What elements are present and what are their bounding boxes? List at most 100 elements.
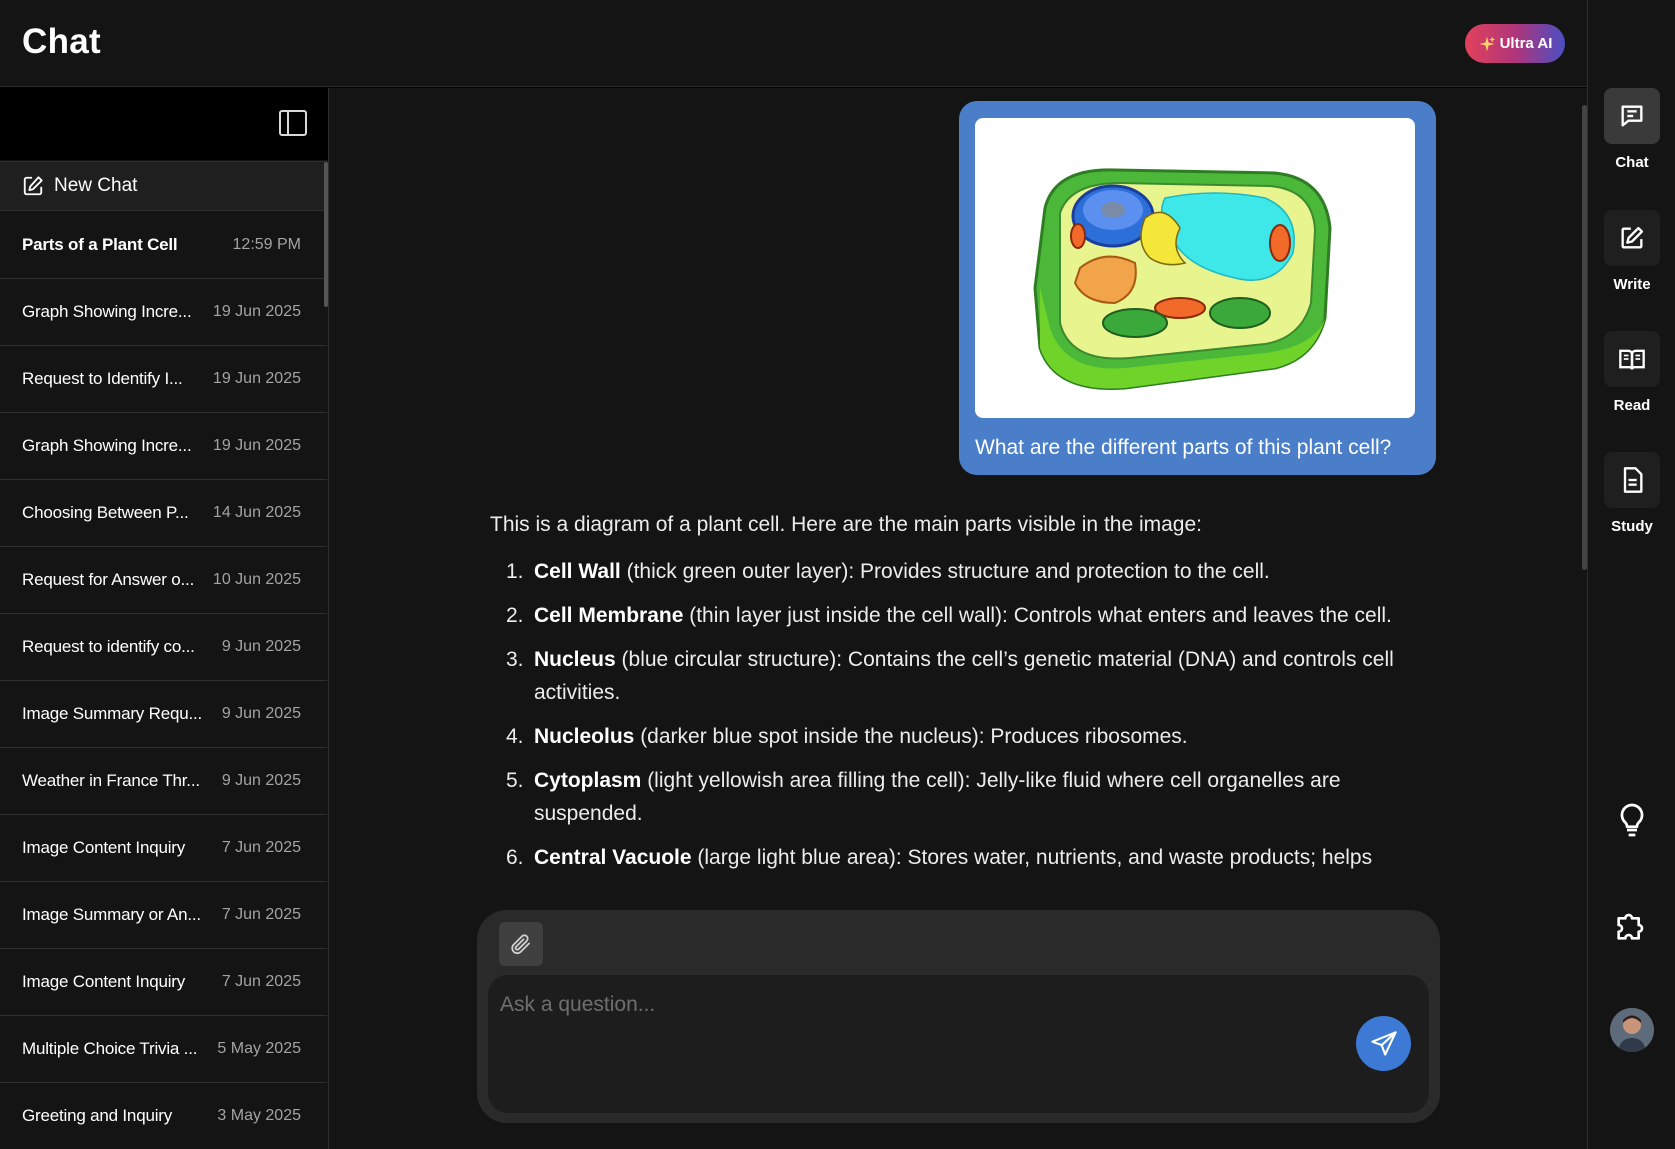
chat-history-item[interactable]: Image Content Inquiry 7 Jun 2025 <box>0 949 327 1016</box>
chat-history-item[interactable]: Choosing Between P... 14 Jun 2025 <box>0 480 327 547</box>
answer-list-item: 5. Cytoplasm (light yellowish area fillin… <box>490 764 1420 830</box>
book-icon <box>1619 349 1645 370</box>
answer-list: 1. Cell Wall (thick green outer layer): P… <box>490 555 1420 874</box>
chat-history-item[interactable]: Parts of a Plant Cell 12:59 PM <box>0 212 327 279</box>
page-title: Chat <box>22 22 101 61</box>
chat-icon <box>1621 105 1643 127</box>
chat-date: 10 Jun 2025 <box>212 571 301 588</box>
rail-read-button[interactable] <box>1604 331 1660 387</box>
answer-item-number: 4. <box>506 725 524 748</box>
right-rail: Chat Write Read Study <box>1587 0 1675 1149</box>
lightbulb-icon <box>1620 803 1644 837</box>
chat-history-item[interactable]: Greeting and Inquiry 3 May 2025 <box>0 1083 327 1149</box>
answer-list-item: 4. Nucleolus (darker blue spot inside the… <box>490 720 1420 753</box>
sidebar-scrollbar[interactable] <box>324 162 328 307</box>
chat-history-item[interactable]: Request to identify co... 9 Jun 2025 <box>0 614 327 681</box>
chat-title: Parts of a Plant Cell <box>22 235 178 254</box>
chat-title: Request for Answer o... <box>22 570 195 589</box>
answer-item-term: Central Vacuole <box>534 846 692 869</box>
new-chat-button[interactable]: New Chat <box>0 161 327 211</box>
chat-date: 19 Jun 2025 <box>212 437 301 454</box>
chat-date: 19 Jun 2025 <box>212 303 301 320</box>
rail-label-study: Study <box>1611 518 1653 535</box>
top-bar: Chat Ultra AI <box>0 0 1587 87</box>
rail-study-button[interactable] <box>1604 452 1660 508</box>
sidebar-toggle-icon[interactable] <box>278 108 308 138</box>
chat-date: 9 Jun 2025 <box>221 772 301 789</box>
paperclip-icon <box>511 934 530 955</box>
chat-history-item[interactable]: Image Content Inquiry 7 Jun 2025 <box>0 815 327 882</box>
question-input[interactable] <box>500 987 1320 1023</box>
attach-button[interactable] <box>499 922 543 966</box>
chat-date: 7 Jun 2025 <box>221 906 301 923</box>
document-icon <box>1623 467 1643 493</box>
chat-history-item[interactable]: Graph Showing Incre... 19 Jun 2025 <box>0 279 327 346</box>
chat-date: 19 Jun 2025 <box>212 370 301 387</box>
rail-chat-button[interactable] <box>1604 88 1660 144</box>
rail-item-read[interactable]: Read <box>1588 331 1675 414</box>
answer-item-text: (blue circular structure): Contains the … <box>534 648 1394 704</box>
chat-history-item[interactable]: Multiple Choice Trivia ... 5 May 2025 <box>0 1016 327 1083</box>
answer-item-term: Cytoplasm <box>534 769 642 792</box>
chat-title: Request to identify co... <box>22 637 195 656</box>
chat-date: 7 Jun 2025 <box>221 839 301 856</box>
chat-date: 3 May 2025 <box>217 1107 301 1124</box>
user-avatar[interactable] <box>1610 1008 1654 1052</box>
answer-item-term: Nucleus <box>534 648 616 671</box>
answer-item-text: (darker blue spot inside the nucleus): P… <box>634 725 1188 748</box>
answer-list-item: 1. Cell Wall (thick green outer layer): P… <box>490 555 1420 588</box>
answer-item-number: 3. <box>506 648 524 671</box>
rail-plugins-button[interactable] <box>1588 905 1675 945</box>
chat-history-item[interactable]: Weather in France Thr... 9 Jun 2025 <box>0 748 327 815</box>
ultra-ai-button[interactable]: Ultra AI <box>1465 24 1565 63</box>
chat-history-list: Parts of a Plant Cell 12:59 PM Graph Showi… <box>0 212 327 1149</box>
chat-date: 14 Jun 2025 <box>212 504 301 521</box>
new-chat-icon <box>23 176 43 196</box>
answer-item-text: (thick green outer layer): Provides stru… <box>620 560 1270 583</box>
chat-title: Image Summary or An... <box>22 905 201 924</box>
send-button[interactable] <box>1356 1016 1411 1071</box>
chat-sidebar: New Chat Parts of a Plant Cell 12:59 PM Gr… <box>0 88 329 1149</box>
answer-item-term: Nucleolus <box>534 725 635 748</box>
answer-item-term: Cell Membrane <box>534 604 684 627</box>
answer-item-number: 5. <box>506 769 524 792</box>
chat-title: Choosing Between P... <box>22 503 189 522</box>
rail-item-write[interactable]: Write <box>1588 210 1675 293</box>
new-chat-label: New Chat <box>54 175 138 196</box>
chat-title: Greeting and Inquiry <box>22 1106 173 1125</box>
rail-label-write: Write <box>1613 276 1651 293</box>
chat-title: Graph Showing Incre... <box>22 436 192 455</box>
answer-item-text: (large light blue area): Stores water, n… <box>691 846 1373 869</box>
chat-history-item[interactable]: Graph Showing Incre... 19 Jun 2025 <box>0 413 327 480</box>
answer-item-term: Cell Wall <box>534 560 621 583</box>
sidebar-header <box>0 88 328 160</box>
chat-history-item[interactable]: Image Summary or An... 7 Jun 2025 <box>0 882 327 949</box>
ultra-ai-label: Ultra AI <box>1499 35 1553 52</box>
chat-title: Request to Identify I... <box>22 369 183 388</box>
answer-item-number: 2. <box>506 604 524 627</box>
user-message-bubble: What are the different parts of this pla… <box>959 101 1436 475</box>
rail-write-button[interactable] <box>1604 210 1660 266</box>
chat-title: Image Content Inquiry <box>22 972 186 991</box>
chat-date: 9 Jun 2025 <box>221 705 301 722</box>
answer-item-text: (light yellowish area filling the cell):… <box>534 769 1341 825</box>
rail-item-study[interactable]: Study <box>1588 452 1675 535</box>
chat-title: Weather in France Thr... <box>22 771 200 790</box>
chat-history-item[interactable]: Image Summary Requ... 9 Jun 2025 <box>0 681 327 748</box>
rail-item-chat[interactable]: Chat <box>1588 88 1675 171</box>
rail-label-read: Read <box>1613 397 1651 414</box>
rail-label-chat: Chat <box>1615 154 1649 171</box>
message-composer <box>477 910 1440 1123</box>
rail-ideas-button[interactable] <box>1588 800 1675 840</box>
user-message-text: What are the different parts of this pla… <box>975 436 1392 459</box>
chat-date: 7 Jun 2025 <box>221 973 301 990</box>
sparkle-icon <box>1479 36 1495 51</box>
assistant-answer: This is a diagram of a plant cell. Here … <box>490 508 1420 885</box>
chat-history-item[interactable]: Request to Identify I... 19 Jun 2025 <box>0 346 327 413</box>
answer-list-item: 6. Central Vacuole (large light blue area… <box>490 841 1420 874</box>
chat-date: 9 Jun 2025 <box>221 638 301 655</box>
chat-history-item[interactable]: Request for Answer o... 10 Jun 2025 <box>0 547 327 614</box>
chat-date: 12:59 PM <box>232 236 301 253</box>
puzzle-icon <box>1617 913 1644 940</box>
answer-item-text: (thin layer just inside the cell wall): … <box>683 604 1392 627</box>
